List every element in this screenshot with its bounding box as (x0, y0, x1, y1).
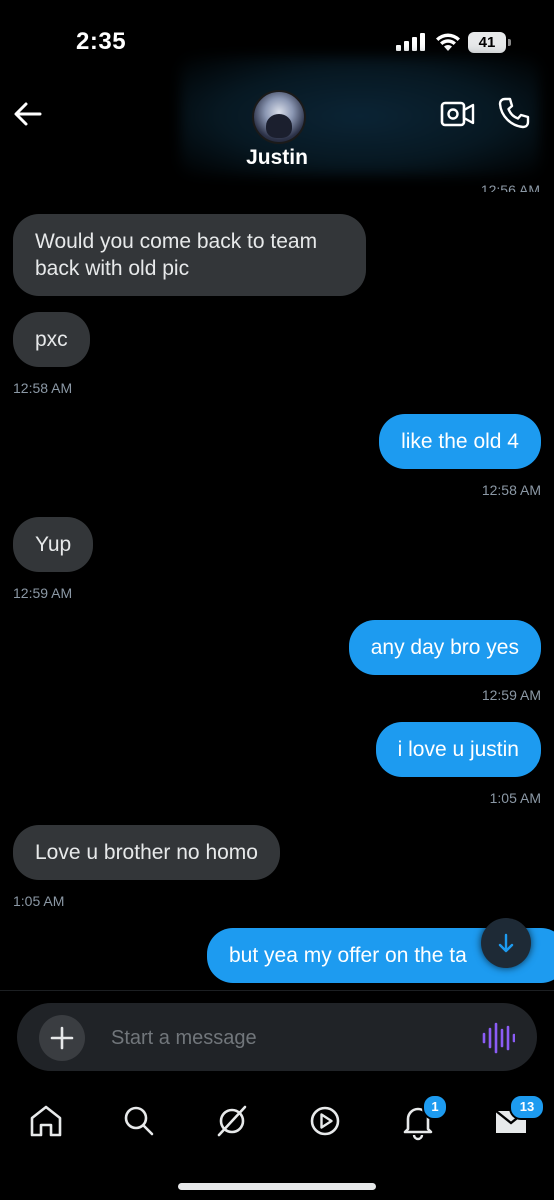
wifi-icon (436, 33, 460, 51)
battery-level: 41 (468, 32, 506, 53)
contact-name[interactable]: Justin (0, 146, 554, 170)
voice-message-icon[interactable] (481, 1021, 515, 1055)
battery-tip (508, 39, 511, 46)
add-attachment-button[interactable] (39, 1015, 85, 1061)
message-timestamp: 12:59 AM (13, 585, 73, 601)
message-bubble-incoming[interactable]: Yup (13, 517, 94, 572)
status-time: 2:35 (76, 28, 127, 55)
message-timestamp: 12:58 AM (13, 380, 73, 396)
message-timestamp: 12:59 AM (481, 687, 541, 703)
search-icon[interactable] (116, 1098, 162, 1144)
notifications-badge: 1 (422, 1094, 448, 1120)
message-thread[interactable]: Would you come back to team back with ol… (0, 190, 554, 990)
arrow-down-icon (498, 933, 514, 953)
message-timestamp: 1:05 AM (489, 790, 541, 806)
message-bubble-outgoing[interactable]: i love u justin (375, 722, 541, 777)
bottom-tab-bar: 1 13 (0, 1080, 554, 1200)
plus-icon (50, 1026, 74, 1050)
message-bubble-incoming[interactable]: pxc (13, 312, 90, 367)
battery-indicator: 41 (468, 32, 512, 53)
message-input[interactable] (109, 1017, 463, 1059)
composer-divider (0, 990, 554, 991)
contact-avatar[interactable] (252, 90, 306, 144)
message-bubble-outgoing[interactable]: like the old 4 (379, 414, 541, 469)
message-timestamp: 1:05 AM (13, 893, 65, 909)
cellular-signal-icon (396, 33, 425, 51)
message-bubble-outgoing[interactable]: any day bro yes (348, 620, 541, 675)
messages-badge: 13 (509, 1094, 545, 1120)
message-bubble-incoming[interactable]: Would you come back to team back with ol… (13, 214, 366, 296)
grok-icon[interactable] (209, 1098, 255, 1144)
avatar-figure (266, 114, 292, 138)
message-timestamp: 12:58 AM (481, 482, 541, 498)
video-call-icon[interactable] (440, 98, 476, 130)
home-indicator (178, 1183, 376, 1190)
home-icon[interactable] (23, 1098, 69, 1144)
phone-call-icon[interactable] (497, 96, 531, 130)
back-arrow-icon[interactable] (10, 96, 46, 132)
message-bubble-incoming[interactable]: Love u brother no homo (13, 825, 280, 880)
message-composer (17, 1003, 537, 1071)
scroll-to-bottom-button[interactable] (481, 918, 531, 968)
video-icon[interactable] (302, 1098, 348, 1144)
